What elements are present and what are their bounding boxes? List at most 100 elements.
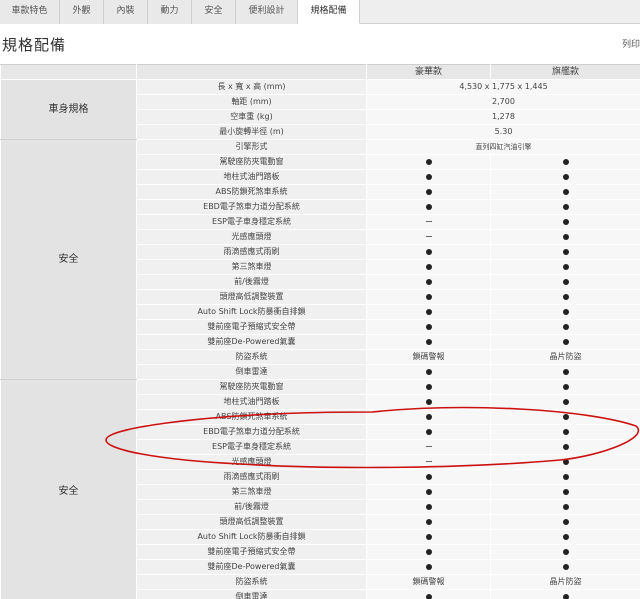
spec-value-trim-a: 鎖碼警報 bbox=[366, 574, 491, 590]
spec-value-trim-b bbox=[490, 259, 640, 275]
included-dot-icon bbox=[562, 248, 569, 255]
included-dot-icon bbox=[425, 203, 432, 210]
included-dot-icon bbox=[425, 413, 432, 420]
included-dot-icon bbox=[562, 338, 569, 345]
included-dot-icon bbox=[562, 503, 569, 510]
spec-label: 第三煞車燈 bbox=[136, 259, 367, 275]
spec-value-trim-a bbox=[366, 424, 491, 440]
included-dot-icon bbox=[425, 248, 432, 255]
spec-value-trim-a bbox=[366, 454, 491, 470]
spec-value-trim-a bbox=[366, 199, 491, 215]
spec-label: 駕駛座防夾電動窗 bbox=[136, 379, 367, 395]
included-dot-icon bbox=[562, 398, 569, 405]
table-header-row: 豪華款 旗艦款 bbox=[0, 64, 640, 80]
not-included-dash-icon bbox=[425, 461, 432, 462]
spec-label: 軸距 (mm) bbox=[136, 94, 367, 110]
spec-label: 地柱式油門踏板 bbox=[136, 169, 367, 185]
spec-value-trim-b bbox=[490, 244, 640, 260]
included-dot-icon bbox=[562, 428, 569, 435]
table-row: 安全 引擎形式 直列四缸汽油引擎 bbox=[0, 139, 640, 380]
table-row: 車身規格長 x 寬 x 高 (mm) 4,530 x 1,775 x 1,445 bbox=[0, 79, 640, 140]
spec-value-trim-b bbox=[490, 484, 640, 500]
included-dot-icon bbox=[562, 263, 569, 270]
not-included-dash-icon bbox=[425, 446, 432, 447]
category-cell: 安全 bbox=[0, 379, 137, 599]
spec-label: EBD電子煞車力道分配系統 bbox=[136, 199, 367, 215]
spec-label: 光感應頭燈 bbox=[136, 229, 367, 245]
tab-4[interactable]: 安全 bbox=[192, 0, 236, 24]
spec-value-trim-b bbox=[490, 439, 640, 455]
included-dot-icon bbox=[425, 593, 432, 599]
spec-value-trim-a bbox=[366, 544, 491, 560]
included-dot-icon bbox=[562, 383, 569, 390]
tab-2[interactable]: 內裝 bbox=[104, 0, 148, 24]
spec-label: 光感應頭燈 bbox=[136, 454, 367, 470]
spec-label: 倒車雷達 bbox=[136, 364, 367, 380]
spec-label: 頭燈高低調整裝置 bbox=[136, 289, 367, 305]
spec-value-trim-a bbox=[366, 154, 491, 170]
spec-value-trim-a bbox=[366, 529, 491, 545]
spec-value-trim-a bbox=[366, 304, 491, 320]
spec-label: 最小旋轉半徑 (m) bbox=[136, 124, 367, 140]
included-dot-icon bbox=[562, 563, 569, 570]
tab-1[interactable]: 外觀 bbox=[60, 0, 104, 24]
tab-0[interactable]: 車款特色 bbox=[0, 0, 60, 24]
tab-3[interactable]: 動力 bbox=[148, 0, 192, 24]
spec-value: 1,278 bbox=[366, 109, 640, 125]
spec-value-trim-b: 晶片防盜 bbox=[490, 349, 640, 365]
included-dot-icon bbox=[425, 293, 432, 300]
spec-value-trim-a bbox=[366, 559, 491, 575]
included-dot-icon bbox=[562, 368, 569, 375]
included-dot-icon bbox=[425, 383, 432, 390]
spec-value-trim-b bbox=[490, 274, 640, 290]
included-dot-icon bbox=[562, 518, 569, 525]
included-dot-icon bbox=[425, 338, 432, 345]
included-dot-icon bbox=[425, 533, 432, 540]
header-corner bbox=[0, 64, 137, 80]
spec-label: 雨滴感應式雨刷 bbox=[136, 244, 367, 260]
spec-label: 雙前座電子預縮式安全帶 bbox=[136, 544, 367, 560]
included-dot-icon bbox=[425, 368, 432, 375]
included-dot-icon bbox=[562, 173, 569, 180]
included-dot-icon bbox=[562, 548, 569, 555]
spec-label: ESP電子車身穩定系統 bbox=[136, 214, 367, 230]
spec-label: 駕駛座防夾電動窗 bbox=[136, 154, 367, 170]
page-title: 規格配備 bbox=[2, 36, 67, 54]
spec-value-trim-a bbox=[366, 589, 491, 599]
included-dot-icon bbox=[425, 488, 432, 495]
print-link[interactable]: 列印 bbox=[622, 37, 640, 50]
spec-value: 4,530 x 1,775 x 1,445 bbox=[366, 79, 640, 95]
spec-label: 長 x 寬 x 高 (mm) bbox=[136, 79, 367, 95]
tab-5[interactable]: 便利設計 bbox=[236, 0, 298, 24]
spec-value-trim-b bbox=[490, 499, 640, 515]
included-dot-icon bbox=[425, 518, 432, 525]
spec-value-trim-b bbox=[490, 319, 640, 335]
spec-value-trim-b bbox=[490, 169, 640, 185]
spec-value-trim-b bbox=[490, 379, 640, 395]
spec-value-trim-b bbox=[490, 454, 640, 470]
column-header-trim-a: 豪華款 bbox=[366, 64, 491, 80]
included-dot-icon bbox=[425, 173, 432, 180]
included-dot-icon bbox=[562, 203, 569, 210]
spec-value-trim-b bbox=[490, 529, 640, 545]
spec-value-trim-a bbox=[366, 319, 491, 335]
spec-value-trim-a bbox=[366, 364, 491, 380]
spec-value-trim-a bbox=[366, 334, 491, 350]
spec-value-trim-a bbox=[366, 184, 491, 200]
spec-label: Auto Shift Lock防暴衝自排鎖 bbox=[136, 304, 367, 320]
included-dot-icon bbox=[562, 443, 569, 450]
included-dot-icon bbox=[562, 278, 569, 285]
spec-value-trim-b bbox=[490, 154, 640, 170]
included-dot-icon bbox=[425, 548, 432, 555]
included-dot-icon bbox=[425, 323, 432, 330]
included-dot-icon bbox=[562, 233, 569, 240]
included-dot-icon bbox=[562, 488, 569, 495]
spec-value-trim-a bbox=[366, 409, 491, 425]
included-dot-icon bbox=[562, 323, 569, 330]
spec-value-trim-b bbox=[490, 424, 640, 440]
spec-value-trim-b bbox=[490, 184, 640, 200]
spec-label: ABS防鎖死煞車系統 bbox=[136, 184, 367, 200]
tab-6[interactable]: 規格配備 bbox=[298, 0, 360, 24]
spec-table: 豪華款 旗艦款 車身規格長 x 寬 x 高 (mm) 4,530 x 1,775 … bbox=[0, 64, 640, 599]
header-corner bbox=[136, 64, 367, 80]
